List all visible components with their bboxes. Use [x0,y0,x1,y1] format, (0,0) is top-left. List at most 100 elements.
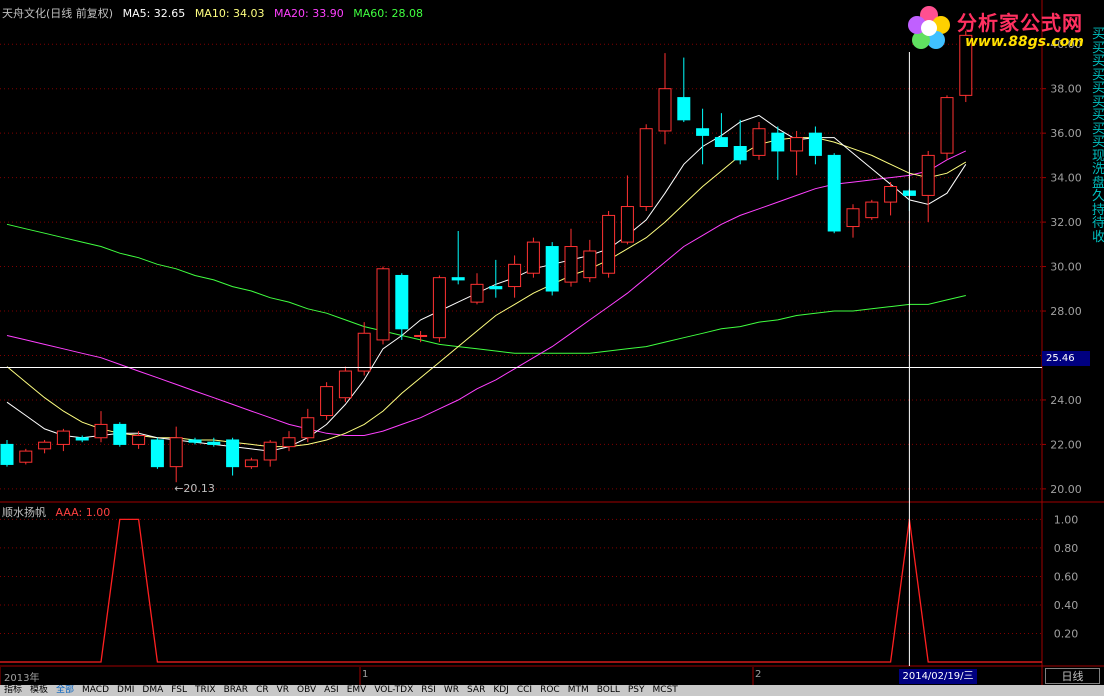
price-tick-label: 24.00 [1050,394,1082,407]
candle [620,175,634,245]
ma20-label: MA20: 33.90 [274,7,344,20]
candle [940,95,954,160]
stock-title: 天舟文化(日线 前复权) [2,7,114,20]
candle-body [19,450,33,463]
candle-body [169,437,183,468]
tab-vr[interactable]: VR [273,685,293,696]
candle [752,122,766,160]
candle [808,126,822,165]
candle [583,239,597,283]
tab-mcst[interactable]: MCST [649,685,682,696]
candle [489,259,503,298]
indicator-name: 顺水扬帆 [2,506,46,519]
candle-body [846,208,860,228]
tab-rsi[interactable]: RSI [417,685,440,696]
tab-cr[interactable]: CR [252,685,273,696]
candle-body [395,274,409,330]
candle-body [56,430,70,445]
tab-asi[interactable]: ASI [320,685,343,696]
candle-body [263,441,277,461]
candle [921,150,935,223]
candle-body [677,97,691,121]
tab-roc[interactable]: ROC [536,685,564,696]
candle-body [94,423,108,439]
price-tick-label: 28.00 [1050,305,1082,318]
candle [639,124,653,211]
candle-body [207,441,221,445]
price-tick-label: 36.00 [1050,127,1082,140]
candle-body [226,439,240,468]
candle-body [696,128,710,136]
candle [545,242,559,296]
price-tick-label: 34.00 [1050,172,1082,185]
tab-obv[interactable]: OBV [293,685,320,696]
candle-body [489,286,503,290]
tab-trix[interactable]: TRIX [191,685,220,696]
candle [432,275,446,343]
candle-body [301,417,315,439]
tab-emv[interactable]: EMV [343,685,371,696]
candle-body [808,132,822,156]
tab-fsl[interactable]: FSL [167,685,191,696]
tab-kdj[interactable]: KDJ [489,685,513,696]
stock-chart-window: ←20.13 40.00 38.00 36.00 34.00 32.00 30.00 28.… [0,0,1104,696]
candle-body [244,459,258,468]
tab--0[interactable]: 指标 [0,685,26,696]
tab-wr[interactable]: WR [440,685,463,696]
price-tick-label: 38.00 [1050,83,1082,96]
x-axis-label-feb: 2 [755,669,762,680]
candle-body [583,250,597,279]
candle [602,210,616,278]
price-tick-label: 20.00 [1050,483,1082,496]
tab-dmi[interactable]: DMI [113,685,138,696]
candle-body [113,423,127,445]
logo-url: www.88gs.com [965,34,1084,50]
moving-average-lines [6,114,967,452]
chart-canvas[interactable]: ←20.13 40.0038.0036.0034.0032.0030.0028.… [0,0,1104,696]
tab-psy[interactable]: PSY [624,685,649,696]
candle [94,411,108,443]
tab-dma[interactable]: DMA [138,685,167,696]
indicator-tick-label: 0.60 [1054,570,1079,583]
candle-body [132,435,146,445]
signal-text-column: 买买买买买买买买买现洗盘久持待收 [1092,27,1104,245]
candlestick-series: ←20.13 [0,30,973,495]
tab-sar[interactable]: SAR [463,685,489,696]
tab-cci[interactable]: CCI [513,685,536,696]
indicator-tick-label: 0.20 [1054,627,1079,640]
candle-body [508,263,522,288]
tab-brar[interactable]: BRAR [220,685,252,696]
tab-macd[interactable]: MACD [78,685,113,696]
flower-logo-icon [908,6,950,49]
candle [526,237,540,278]
candle-body [432,277,446,339]
indicator-tick-label: 0.40 [1054,599,1079,612]
ma60-label: MA60: 28.08 [353,7,423,20]
candle-body [771,132,785,152]
tab-mtm[interactable]: MTM [564,685,593,696]
tab-vol-tdx[interactable]: VOL-TDX [370,685,417,696]
candle-body [320,386,334,417]
x-axis-label-year: 2013年 [4,673,40,684]
low-price-label: ←20.13 [174,482,215,495]
candle [846,204,860,238]
candle [263,439,277,467]
indicator-line [0,518,1042,663]
tab--1[interactable]: 模板 [26,685,52,696]
indicator-value: AAA: 1.00 [55,506,111,519]
tab-boll[interactable]: BOLL [593,685,624,696]
candle [733,119,747,165]
candle [38,439,52,454]
candle-body [752,128,766,156]
indicator-tick-label: 1.00 [1054,513,1079,526]
candle-body [0,443,14,465]
candle-body [714,137,728,148]
candle-body [602,214,616,274]
ma5-line [6,114,967,452]
candle-body [526,241,540,274]
price-tick-label: 32.00 [1050,216,1082,229]
tab--2[interactable]: 全部 [52,685,78,696]
indicator-aaa-line [0,518,1042,663]
period-selector[interactable]: 日线 [1045,668,1100,684]
candle-body [733,146,747,161]
